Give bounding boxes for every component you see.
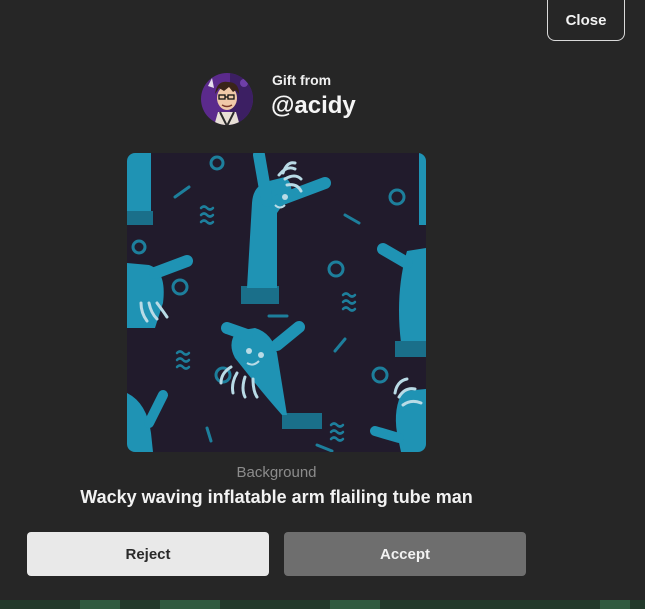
background-page-edge bbox=[0, 600, 645, 609]
background-decoration bbox=[330, 600, 380, 609]
close-button[interactable]: Close bbox=[547, 0, 625, 41]
background-decoration bbox=[160, 600, 220, 609]
item-name: Wacky waving inflatable arm flailing tub… bbox=[80, 487, 473, 507]
accept-button[interactable]: Accept bbox=[284, 532, 526, 576]
reject-button[interactable]: Reject bbox=[27, 532, 269, 576]
gift-dialog: Close Gift from @acidy Background Wacky … bbox=[0, 0, 645, 600]
item-category: Background bbox=[236, 464, 317, 481]
background-decoration bbox=[600, 600, 630, 609]
sender-avatar bbox=[200, 72, 254, 126]
gift-from-label: Gift from bbox=[272, 72, 332, 88]
background-preview-image bbox=[127, 153, 426, 452]
sender-handle: @acidy bbox=[271, 92, 356, 119]
background-decoration bbox=[80, 600, 120, 609]
